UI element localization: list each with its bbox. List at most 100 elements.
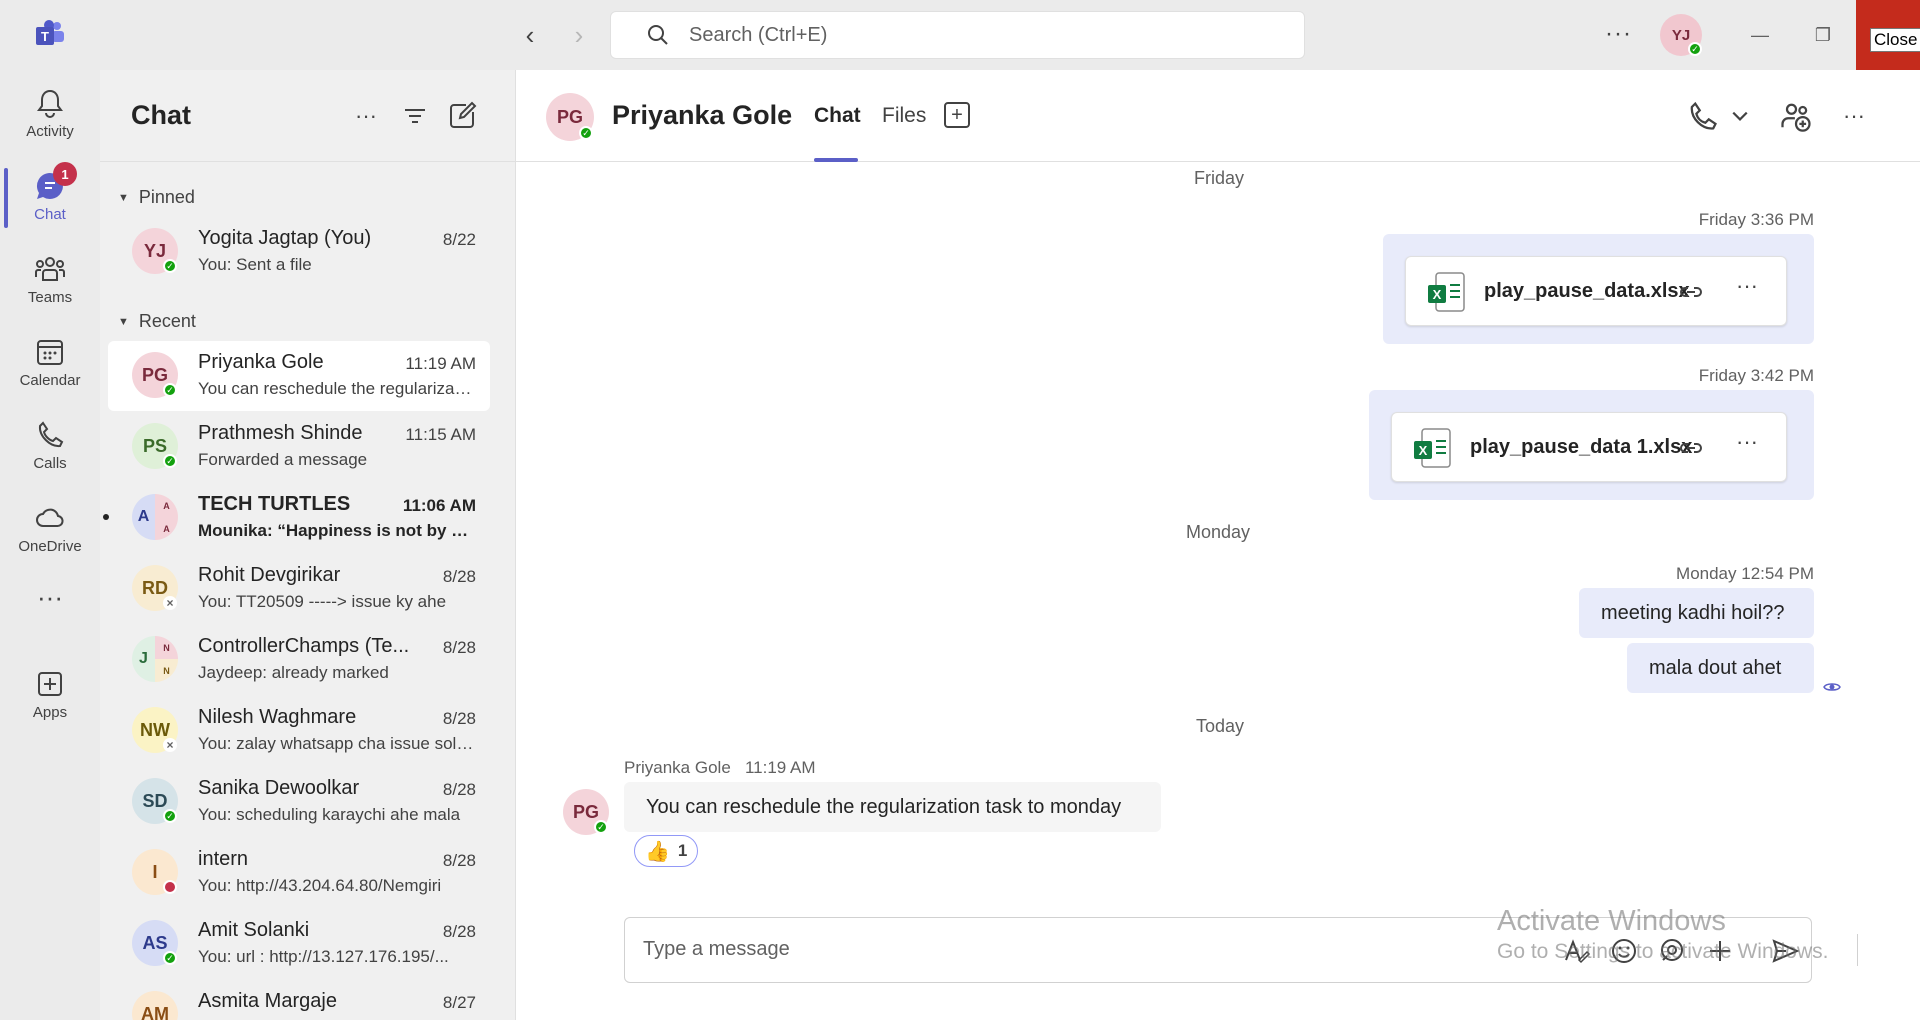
chat-time: 8/28 <box>442 851 476 870</box>
reaction-badge[interactable]: 👍 1 <box>634 835 699 867</box>
avatar: I <box>132 849 178 895</box>
watermark-subtitle: Go to Settings to activate Windows. <box>1497 940 1829 963</box>
contact-avatar[interactable]: PG ✓ <box>546 93 594 141</box>
user-avatar[interactable]: YJ ✓ <box>1660 14 1702 56</box>
rail-label: Apps <box>32 704 68 721</box>
group-avatar: A A A <box>132 494 178 540</box>
avatar-initials: PG <box>141 364 168 385</box>
message-timestamp: Friday 3:36 PM <box>1698 210 1814 229</box>
chat-item-sanika[interactable]: SD ✓ Sanika Dewoolkar 8/28 You: scheduli… <box>108 767 490 837</box>
chat-preview: You: scheduling karaychi ahe mala <box>198 805 461 824</box>
more-options-icon[interactable]: ··· <box>1605 20 1632 48</box>
sent-message[interactable]: meeting kadhi hoil?? <box>1579 588 1814 638</box>
apps-icon <box>38 672 62 696</box>
file-name: play_pause_data 1.xlsx <box>1470 436 1693 458</box>
chat-name: ControllerChamps (Te... <box>198 635 410 657</box>
chat-item-nilesh[interactable]: NW Nilesh Waghmare 8/28 You: zalay whats… <box>108 696 490 766</box>
chat-time: 8/28 <box>442 567 476 586</box>
search-placeholder: Search (Ctrl+E) <box>689 23 828 46</box>
avatar: PS ✓ <box>132 423 178 469</box>
more-options-icon[interactable]: ··· <box>1836 98 1872 134</box>
add-people-icon[interactable] <box>1778 98 1814 134</box>
unread-indicator <box>103 514 109 520</box>
file-card[interactable]: X play_pause_data.xlsx ··· <box>1405 256 1787 326</box>
link-icon[interactable] <box>1678 279 1704 305</box>
chevron-down-icon[interactable] <box>1722 98 1758 134</box>
chat-item-controllerchamps[interactable]: J N N ControllerChamps (Te... 8/28 Jayde… <box>108 625 490 695</box>
chat-item-priyanka[interactable]: PG ✓ Priyanka Gole 11:19 AM You can resc… <box>108 341 490 411</box>
search-input[interactable]: Search (Ctrl+E) <box>610 11 1305 59</box>
avatar: AS ✓ <box>132 920 178 966</box>
reaction-count: 1 <box>677 841 688 860</box>
contact-name[interactable]: Priyanka Gole <box>612 100 792 131</box>
chat-list-pane: Chat ··· ▼ Pinned YJ ✓ Yogita Jagtap (Yo… <box>100 70 516 1020</box>
rail-item-teams[interactable]: Teams <box>0 241 100 319</box>
chat-item-prathmesh[interactable]: PS ✓ Prathmesh Shinde 11:15 AM Forwarded… <box>108 412 490 482</box>
file-card[interactable]: X play_pause_data 1.xlsx ··· <box>1391 412 1787 482</box>
sender-name: Priyanka Gole <box>624 758 731 777</box>
available-status-icon: ✓ <box>579 126 593 140</box>
pinned-label: Pinned <box>138 187 195 207</box>
available-status-icon: ✓ <box>163 383 177 397</box>
back-arrow-icon[interactable]: ‹ <box>515 20 545 50</box>
avatar-initials: N <box>155 636 178 659</box>
chat-item-yogita[interactable]: YJ ✓ Yogita Jagtap (You) 8/22 You: Sent … <box>108 217 490 287</box>
compose-divider <box>1857 934 1858 966</box>
day-separator: Today <box>1196 716 1245 736</box>
call-icon[interactable] <box>1684 98 1720 134</box>
chat-name: Asmita Margaje <box>198 990 337 1012</box>
pinned-section-toggle[interactable]: ▼ Pinned <box>118 187 195 208</box>
chat-time: 8/28 <box>442 780 476 799</box>
conversation-header: PG ✓ Priyanka Gole Chat Files + ··· <box>516 70 1920 162</box>
restore-icon[interactable]: ❐ <box>1790 0 1856 70</box>
avatar-initials: A <box>132 494 155 540</box>
minimize-icon[interactable]: — <box>1727 0 1793 70</box>
rail-item-more[interactable]: ··· <box>0 570 100 648</box>
tab-chat[interactable]: Chat <box>814 104 861 128</box>
more-options-icon[interactable]: ··· <box>1736 429 1758 455</box>
chat-preview: You: http://43.204.64.80/Nemgiri <box>198 876 442 895</box>
forward-arrow-icon[interactable]: › <box>564 20 594 50</box>
received-message[interactable]: You can reschedule the regularization ta… <box>624 782 1161 832</box>
watermark-title: Activate Windows <box>1497 905 1726 937</box>
rail-item-calls[interactable]: Calls <box>0 407 100 485</box>
link-icon[interactable] <box>1678 435 1704 461</box>
filter-icon[interactable] <box>399 100 431 132</box>
rail-label: Calls <box>33 455 67 472</box>
rail-label: Chat <box>34 206 66 223</box>
chat-item-rohit[interactable]: RD Rohit Devgirikar 8/28 You: TT20509 --… <box>108 554 490 624</box>
recent-section-toggle[interactable]: ▼ Recent <box>118 311 196 332</box>
chat-item-tech-turtles[interactable]: A A A TECH TURTLES 11:06 AM Mounika: “Ha… <box>103 483 490 553</box>
teams-logo-icon[interactable]: T <box>34 18 66 50</box>
more-options-icon[interactable]: ··· <box>350 100 382 132</box>
rail-item-onedrive[interactable]: OneDrive <box>0 490 100 568</box>
excel-file-icon: X <box>1414 428 1451 468</box>
rail-item-calendar[interactable]: Calendar <box>0 324 100 402</box>
add-tab-icon[interactable]: + <box>944 102 970 128</box>
new-chat-icon[interactable] <box>446 100 478 132</box>
sender-avatar[interactable]: PG ✓ <box>563 789 609 835</box>
more-options-icon[interactable]: ··· <box>1736 273 1758 299</box>
tab-files[interactable]: Files <box>882 104 926 128</box>
svg-text:T: T <box>41 29 49 44</box>
file-name: play_pause_data.xlsx <box>1484 280 1690 302</box>
rail-item-activity[interactable]: Activity <box>0 75 100 153</box>
chat-time: 11:15 AM <box>405 425 476 444</box>
conversation-pane: PG ✓ Priyanka Gole Chat Files + ··· Frid… <box>516 70 1920 1020</box>
chat-item-amit[interactable]: AS ✓ Amit Solanki 8/28 You: url : http:/… <box>108 909 490 979</box>
sent-message[interactable]: mala dout ahet <box>1627 643 1814 693</box>
avatar-initials: SD <box>142 790 168 811</box>
chat-item-intern[interactable]: I intern 8/28 You: http://43.204.64.80/N… <box>108 838 490 908</box>
chat-item-asmita[interactable]: AM Asmita Margaje 8/27 <box>108 980 490 1020</box>
user-initials: YJ <box>1671 26 1691 44</box>
rail-label: Calendar <box>19 372 81 389</box>
rail-item-apps[interactable]: Apps <box>0 656 100 734</box>
avatar: AM <box>132 991 178 1020</box>
chat-name: Priyanka Gole <box>198 351 324 373</box>
message-timestamp: Monday 12:54 PM <box>1676 564 1814 583</box>
excel-file-icon: X <box>1428 272 1465 312</box>
avatar-initials: YJ <box>143 240 167 261</box>
chat-time: 11:19 AM <box>405 354 476 373</box>
rail-item-chat[interactable]: Chat <box>0 158 100 236</box>
chat-name: Amit Solanki <box>198 919 310 941</box>
